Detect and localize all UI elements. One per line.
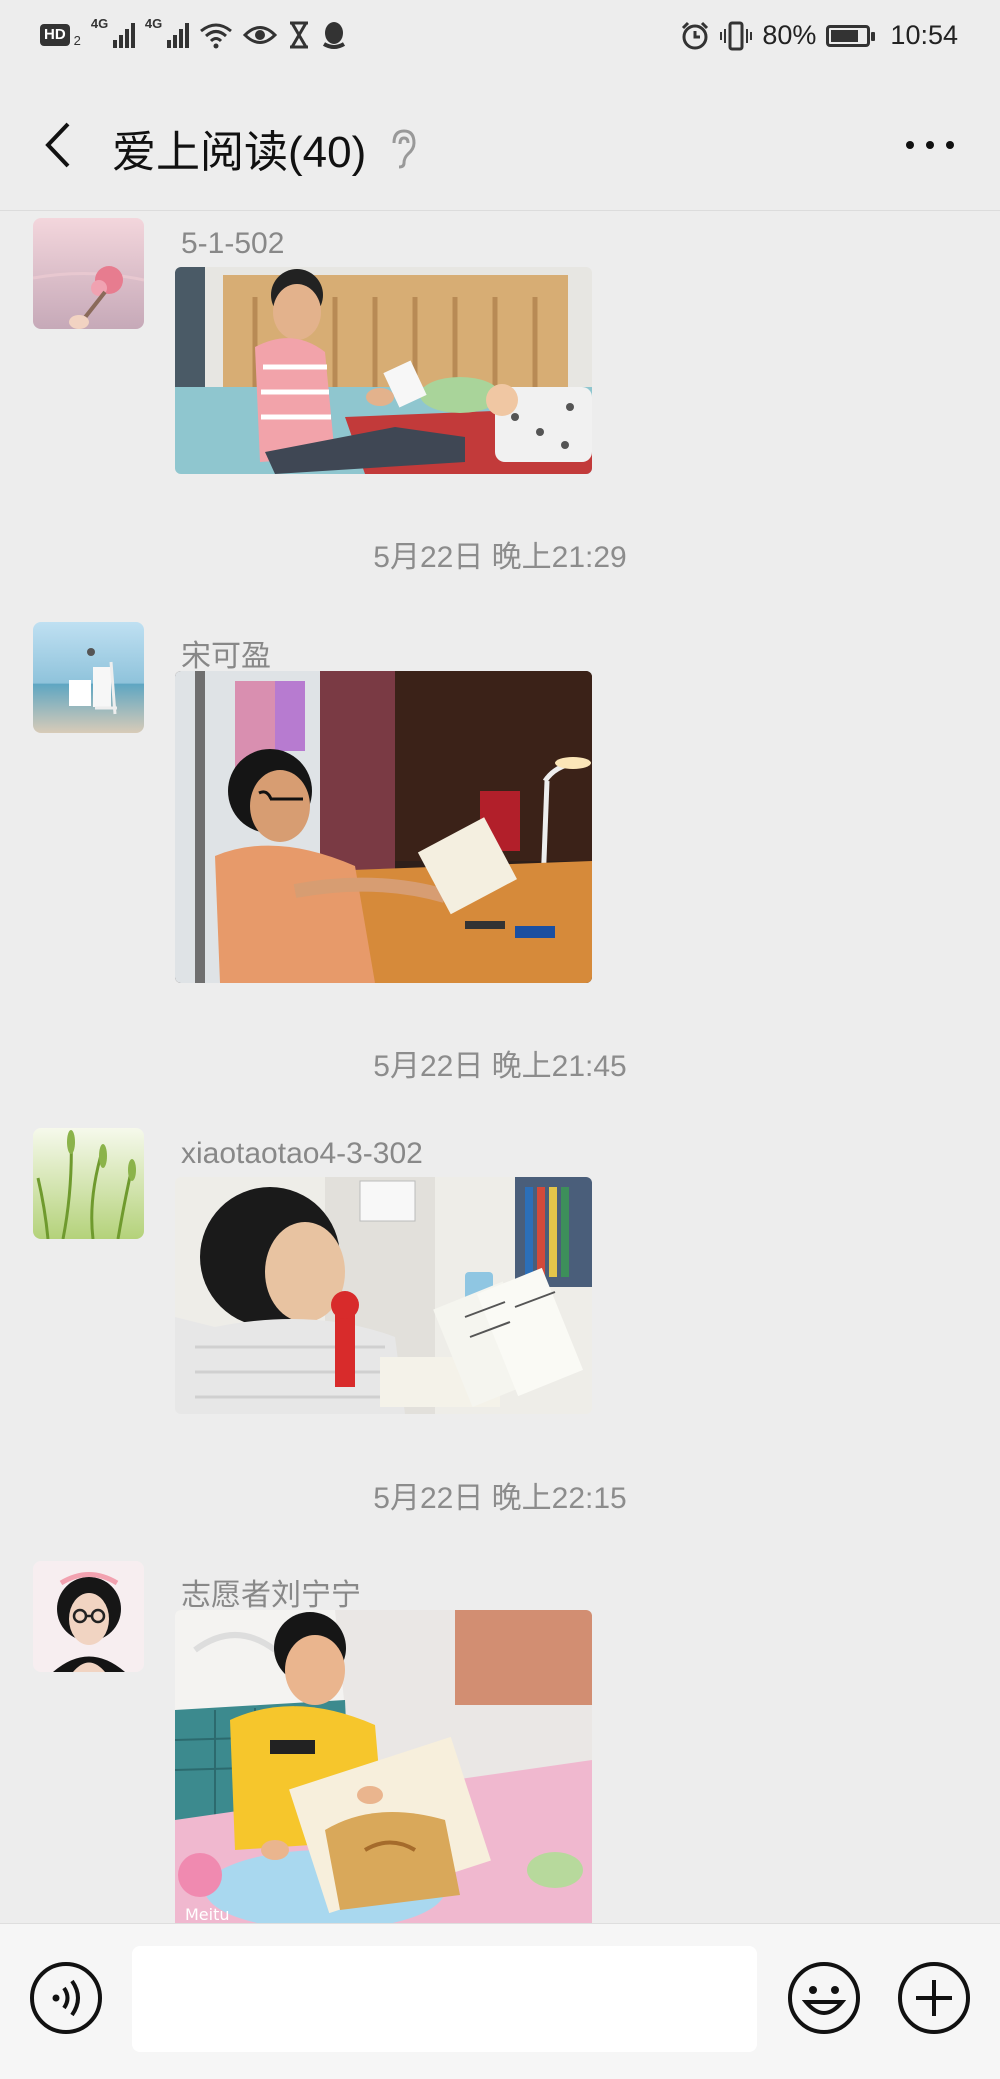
battery-icon bbox=[826, 24, 876, 47]
signal-icon: 4G bbox=[145, 16, 189, 48]
avatar[interactable] bbox=[33, 1561, 144, 1672]
shared-photo[interactable] bbox=[175, 671, 592, 983]
hd-badge: HD bbox=[40, 24, 70, 46]
chat-message: 5-1-502 bbox=[0, 211, 1000, 486]
chat-title: 爱上阅读(40) bbox=[112, 128, 367, 177]
hourglass-icon bbox=[289, 21, 308, 49]
vibrate-icon bbox=[720, 21, 753, 50]
hd-sub: 2 bbox=[73, 32, 81, 48]
voice-icon[interactable] bbox=[28, 1960, 104, 2036]
clock: 10:54 bbox=[890, 20, 958, 50]
qq-penguin-icon bbox=[322, 22, 345, 49]
message-timestamp: 5月22日 晚上21:29 bbox=[373, 541, 627, 574]
status-bar: HD 2 4G 4G 80% 10:54 bbox=[0, 0, 1000, 80]
plus-circle-icon[interactable] bbox=[896, 1960, 972, 2036]
battery-percent: 80% bbox=[762, 20, 817, 50]
alarm-icon bbox=[682, 21, 709, 49]
message-text-input[interactable] bbox=[132, 1946, 757, 2052]
ear-icon bbox=[392, 129, 416, 169]
avatar[interactable] bbox=[33, 1128, 144, 1239]
chevron-left-icon[interactable] bbox=[34, 118, 84, 172]
signal-icon: 4G bbox=[91, 16, 135, 48]
message-input-bar bbox=[0, 1923, 1000, 2079]
avatar[interactable] bbox=[33, 622, 144, 733]
chat-header: 爱上阅读(40) bbox=[0, 80, 1000, 211]
status-left: HD 2 4G 4G bbox=[40, 16, 347, 50]
chat-title-group: 爱上阅读(40) bbox=[112, 116, 420, 180]
svg-text:Meitu: Meitu bbox=[185, 1905, 230, 1923]
wifi-icon bbox=[199, 23, 232, 49]
more-dots-icon[interactable] bbox=[900, 130, 960, 160]
shared-photo[interactable]: Meitu bbox=[175, 1610, 592, 1923]
shared-photo[interactable] bbox=[175, 267, 592, 474]
message-timestamp: 5月22日 晚上22:15 bbox=[373, 1482, 627, 1515]
status-right: 80% 10:54 bbox=[680, 20, 958, 51]
emoji-icon[interactable] bbox=[786, 1960, 862, 2036]
sender-name: 宋可盈 bbox=[181, 640, 271, 673]
shared-photo[interactable] bbox=[175, 1177, 592, 1414]
network-type-label: 4G bbox=[144, 16, 163, 31]
avatar[interactable] bbox=[33, 218, 144, 329]
sender-name: 志愿者刘宁宁 bbox=[181, 1579, 361, 1612]
sender-name: xiaotaotao4-3-302 bbox=[181, 1137, 423, 1170]
chat-message-list[interactable]: 5-1-502 5月22日 晚上21:29 宋可盈 5月22日 晚上21:45 … bbox=[0, 211, 1000, 1923]
network-type-label: 4G bbox=[90, 16, 109, 31]
eye-icon bbox=[242, 26, 277, 44]
chat-message: 志愿者刘宁宁 Meitu bbox=[0, 1551, 1000, 1923]
message-timestamp: 5月22日 晚上21:45 bbox=[373, 1050, 627, 1083]
sender-name: 5-1-502 bbox=[181, 227, 285, 260]
